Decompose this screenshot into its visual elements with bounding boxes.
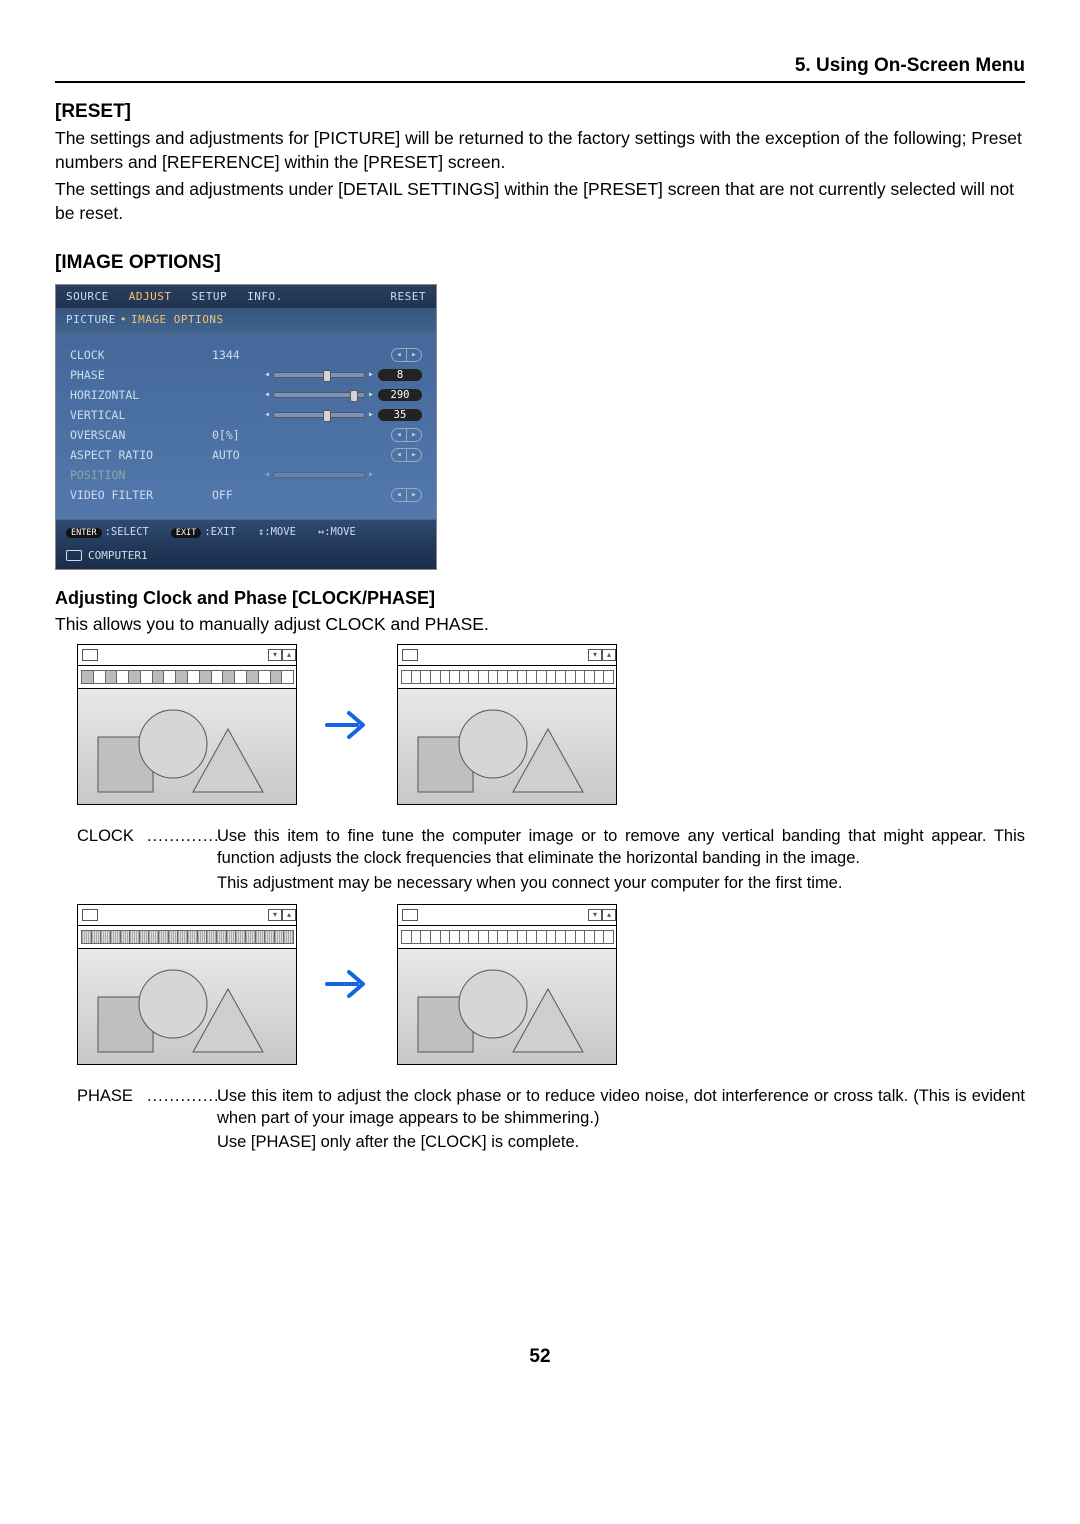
spinner-icon[interactable]: ◂▸	[391, 348, 422, 362]
osd-row-aspect-ratio[interactable]: ASPECT RATIO AUTO ◂▸	[70, 445, 422, 465]
phase-illustration: ▾▴ ▾▴	[77, 904, 1025, 1065]
osd-tab-setup[interactable]: SETUP	[182, 285, 238, 308]
osd-screenshot: SOURCE ADJUST SETUP INFO. RESET PICTURE•…	[55, 284, 437, 570]
reset-para-2: The settings and adjustments under [DETA…	[55, 178, 1025, 225]
reset-para-1: The settings and adjustments for [PICTUR…	[55, 127, 1025, 174]
monitor-icon	[66, 550, 82, 561]
spinner-icon[interactable]: ◂▸	[391, 428, 422, 442]
clock-definition: CLOCK ................... Use this item …	[77, 825, 1025, 896]
osd-row-phase[interactable]: PHASE ◂▸ 8	[70, 365, 422, 385]
page-number: 52	[55, 1346, 1025, 1368]
image-options-heading: [IMAGE OPTIONS]	[55, 252, 1025, 274]
osd-row-position: POSITION ◂▸	[70, 465, 422, 485]
arrow-right-icon	[323, 954, 371, 1014]
osd-hints: ENTER:SELECT EXIT:EXIT ↕:MOVE ↔:MOVE	[56, 519, 436, 544]
osd-tab-source[interactable]: SOURCE	[56, 285, 119, 308]
spinner-icon[interactable]: ◂▸	[391, 448, 422, 462]
spinner-icon[interactable]: ◂▸	[391, 488, 422, 502]
osd-row-clock[interactable]: CLOCK 1344 ◂▸	[70, 345, 422, 365]
phase-definition: PHASE ................... Use this item …	[77, 1085, 1025, 1156]
clockphase-heading: Adjusting Clock and Phase [CLOCK/PHASE]	[55, 588, 1025, 609]
osd-tab-adjust[interactable]: ADJUST	[119, 285, 182, 308]
osd-breadcrumb: PICTURE•IMAGE OPTIONS	[56, 309, 436, 333]
arrow-right-icon	[323, 695, 371, 755]
osd-row-video-filter[interactable]: VIDEO FILTER OFF ◂▸	[70, 485, 422, 505]
osd-row-horizontal[interactable]: HORIZONTAL ◂▸ 290	[70, 385, 422, 405]
osd-source: COMPUTER1	[56, 544, 436, 569]
osd-row-vertical[interactable]: VERTICAL ◂▸ 35	[70, 405, 422, 425]
clock-illustration: ▾▴ ▾▴	[77, 644, 1025, 805]
chapter-header: 5. Using On-Screen Menu	[55, 55, 1025, 83]
clockphase-intro: This allows you to manually adjust CLOCK…	[55, 613, 1025, 637]
osd-tab-info[interactable]: INFO.	[237, 285, 293, 308]
osd-tab-reset[interactable]: RESET	[380, 285, 436, 308]
osd-row-overscan[interactable]: OVERSCAN 0[%] ◂▸	[70, 425, 422, 445]
reset-heading: [RESET]	[55, 101, 1025, 123]
